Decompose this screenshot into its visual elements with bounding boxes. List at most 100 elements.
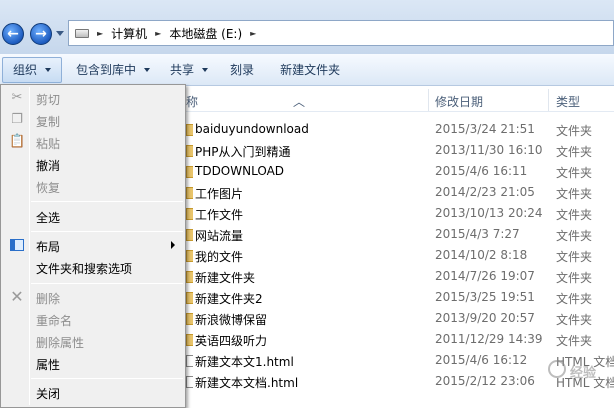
- forward-button[interactable]: →: [30, 23, 52, 45]
- organize-label: 组织: [13, 63, 38, 77]
- file-date-modified: 2015/3/25 19:51: [435, 290, 535, 304]
- menu-item-cut[interactable]: ✂ 剪切: [3, 87, 183, 109]
- paste-icon: 📋: [9, 134, 26, 149]
- folder-icon: [186, 292, 193, 304]
- file-date-modified: 2015/4/6 16:12: [435, 353, 528, 367]
- menu-item-label: 属性: [36, 358, 61, 372]
- menu-item-paste[interactable]: 📋 粘贴: [3, 131, 183, 153]
- file-type: 文件夹: [556, 271, 593, 285]
- file-date-modified: 2015/3/24 21:51: [435, 122, 535, 136]
- menu-separator: [31, 201, 183, 202]
- share-button[interactable]: 共享: [162, 57, 216, 83]
- file-type: 文件夹: [556, 124, 593, 138]
- chevron-down-icon: [144, 67, 151, 72]
- folder-icon: [186, 124, 193, 136]
- file-date-modified: 2014/2/23 21:05: [435, 185, 535, 199]
- folder-icon: [186, 229, 193, 241]
- folder-icon: [186, 313, 193, 325]
- file-type: 文件夹: [556, 292, 593, 306]
- column-divider[interactable]: [548, 89, 549, 111]
- column-divider[interactable]: [428, 89, 429, 111]
- menu-item-label: 全选: [36, 211, 61, 225]
- chevron-down-icon: [202, 67, 209, 72]
- menu-item-rename[interactable]: 重命名: [3, 308, 183, 330]
- include-in-library-button[interactable]: 包含到库中: [68, 57, 158, 83]
- html-document-icon: [186, 376, 193, 388]
- arrow-right-icon: →: [35, 26, 47, 42]
- back-button[interactable]: ←: [2, 23, 24, 45]
- recent-pages-dropdown[interactable]: [56, 31, 64, 36]
- sort-ascending-icon: ︿: [293, 95, 306, 109]
- menu-item-redo[interactable]: 恢复: [3, 175, 183, 197]
- delete-x-icon: ✕: [10, 287, 24, 306]
- burn-label: 刻录: [230, 63, 255, 77]
- menu-item-label: 粘贴: [36, 137, 61, 151]
- arrow-left-icon: ←: [7, 26, 19, 42]
- column-date-modified[interactable]: 修改日期: [435, 93, 483, 110]
- file-date-modified: 2015/2/12 23:06: [435, 374, 535, 388]
- file-name: 新浪微博保留: [195, 313, 268, 327]
- menu-item-folder-options[interactable]: 文件夹和搜索选项: [3, 256, 183, 278]
- folder-icon: [186, 208, 193, 220]
- menu-separator: [31, 283, 183, 284]
- file-name: 新建文件夹: [195, 271, 256, 285]
- file-name: 工作文件: [195, 208, 244, 222]
- organize-menu: ✂ 剪切 ❐ 复制 📋 粘贴 撤消 恢复 全选 布局 文件夹和搜索选项 ✕ 删除…: [0, 84, 186, 408]
- menu-item-label: 撤消: [36, 159, 61, 173]
- file-name: 新建文本文1.html: [195, 355, 294, 369]
- menu-item-properties[interactable]: 属性: [3, 352, 183, 374]
- new-folder-button[interactable]: 新建文件夹: [272, 57, 348, 83]
- file-date-modified: 2015/4/6 16:11: [435, 164, 528, 178]
- file-name: baiduyundownload: [195, 122, 309, 136]
- burn-button[interactable]: 刻录: [222, 57, 262, 83]
- breadcrumb-local-disk[interactable]: 本地磁盘 (E:): [169, 25, 242, 42]
- menu-item-undo[interactable]: 撤消: [3, 153, 183, 175]
- menu-item-label: 布局: [36, 240, 61, 254]
- address-box[interactable]: ► 计算机 ► 本地磁盘 (E:) ►: [68, 20, 614, 46]
- menu-item-close[interactable]: 关闭: [3, 381, 183, 403]
- breadcrumb-computer[interactable]: 计算机: [111, 25, 147, 42]
- folder-icon: [186, 250, 193, 262]
- folder-icon: [186, 145, 193, 157]
- folder-icon: [186, 166, 193, 178]
- breadcrumb-separator[interactable]: ►: [155, 29, 161, 38]
- file-name: 工作图片: [195, 187, 244, 201]
- file-date-modified: 2014/10/2 8:18: [435, 248, 528, 262]
- menu-separator: [31, 231, 183, 232]
- watermark-logo-icon: [548, 360, 566, 378]
- file-type: 文件夹: [556, 229, 593, 243]
- file-name: 新建文件夹2: [195, 292, 263, 306]
- layout-icon: [10, 239, 24, 251]
- menu-item-label: 关闭: [36, 387, 61, 401]
- breadcrumb-separator[interactable]: ►: [250, 29, 256, 38]
- share-label: 共享: [170, 63, 195, 77]
- file-date-modified: 2013/11/30 16:10: [435, 143, 543, 157]
- file-date-modified: 2015/4/3 7:27: [435, 227, 520, 241]
- file-type: 文件夹: [556, 334, 593, 348]
- menu-item-remove-properties[interactable]: 删除属性: [3, 330, 183, 352]
- menu-item-copy[interactable]: ❐ 复制: [3, 109, 183, 131]
- copy-icon: ❐: [11, 112, 23, 127]
- menu-separator: [31, 378, 183, 379]
- file-name: 英语四级听力: [195, 334, 268, 348]
- breadcrumb-separator[interactable]: ►: [97, 29, 103, 38]
- menu-item-label: 复制: [36, 115, 61, 129]
- chevron-down-icon: [45, 67, 52, 72]
- menu-item-label: 重命名: [36, 314, 73, 328]
- file-type: 文件夹: [556, 313, 593, 327]
- menu-item-delete[interactable]: ✕ 删除: [3, 286, 183, 308]
- file-type: 文件夹: [556, 166, 593, 180]
- organize-button[interactable]: 组织: [2, 56, 63, 83]
- column-type[interactable]: 类型: [556, 93, 580, 110]
- file-name: TDDOWNLOAD: [195, 164, 285, 178]
- folder-icon: [186, 187, 193, 199]
- file-type: 文件夹: [556, 250, 593, 264]
- html-document-icon: [186, 355, 193, 367]
- folder-icon: [186, 271, 193, 283]
- command-toolbar: 组织 包含到库中 共享 刻录 新建文件夹: [0, 54, 614, 86]
- menu-item-layout[interactable]: 布局: [3, 234, 183, 256]
- file-date-modified: 2014/7/26 19:07: [435, 269, 535, 283]
- column-name[interactable]: 称: [186, 93, 198, 110]
- watermark: 经验: [548, 356, 614, 392]
- menu-item-select-all[interactable]: 全选: [3, 205, 183, 227]
